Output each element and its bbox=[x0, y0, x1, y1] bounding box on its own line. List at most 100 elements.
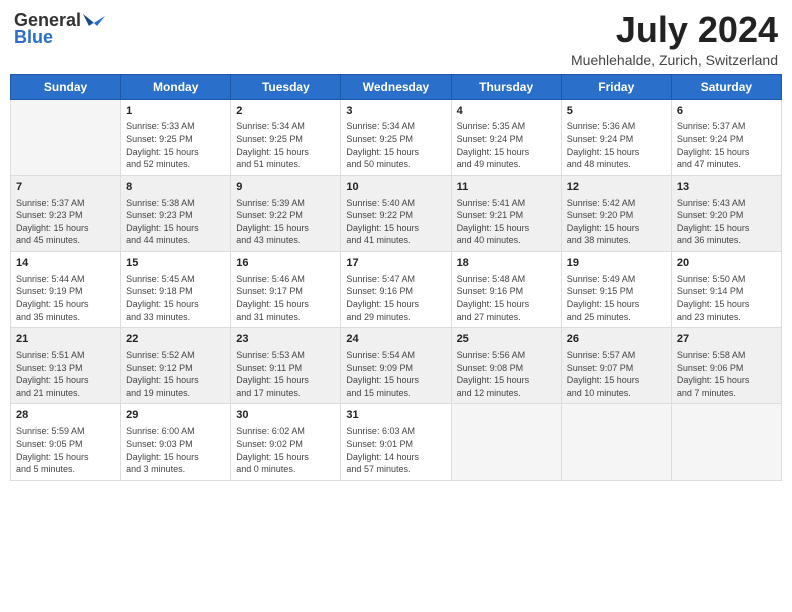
calendar-cell: 6Sunrise: 5:37 AM Sunset: 9:24 PM Daylig… bbox=[671, 99, 781, 175]
calendar-cell: 27 Sunrise: 5:58 AM Sunset: 9:06 PM Dayli… bbox=[671, 328, 781, 404]
day-header-thursday: Thursday bbox=[451, 74, 561, 99]
day-info: Sunrise: 5:37 AM Sunset: 9:24 PM Dayligh… bbox=[677, 120, 776, 170]
day-info: Sunrise: 5:44 AM Sunset: 9:19 PM Dayligh… bbox=[16, 273, 115, 323]
calendar-header-row: SundayMondayTuesdayWednesdayThursdayFrid… bbox=[11, 74, 782, 99]
day-number: 18 bbox=[457, 256, 556, 271]
day-info: Sunrise: 5:51 AM Sunset: 9:13 PM Dayligh… bbox=[16, 349, 115, 399]
calendar-cell: 9Sunrise: 5:39 AM Sunset: 9:22 PM Daylig… bbox=[231, 175, 341, 251]
day-info: Sunrise: 5:43 AM Sunset: 9:20 PM Dayligh… bbox=[677, 197, 776, 247]
day-info: Sunrise: 5:56 AM Sunset: 9:08 PM Dayligh… bbox=[457, 349, 556, 399]
day-number: 25 bbox=[457, 332, 556, 347]
day-info: Sunrise: 6:03 AM Sunset: 9:01 PM Dayligh… bbox=[346, 425, 445, 475]
day-number: 14 bbox=[16, 256, 115, 271]
day-number: 27 bbox=[677, 332, 776, 347]
day-info: Sunrise: 5:57 AM Sunset: 9:07 PM Dayligh… bbox=[567, 349, 666, 399]
day-number: 19 bbox=[567, 256, 666, 271]
day-info: Sunrise: 5:52 AM Sunset: 9:12 PM Dayligh… bbox=[126, 349, 225, 399]
calendar-cell: 20 Sunrise: 5:50 AM Sunset: 9:14 PM Dayli… bbox=[671, 252, 781, 328]
logo-bird-icon bbox=[83, 12, 105, 30]
day-number: 8 bbox=[126, 180, 225, 195]
calendar-cell: 4Sunrise: 5:35 AM Sunset: 9:24 PM Daylig… bbox=[451, 99, 561, 175]
day-number: 13 bbox=[677, 180, 776, 195]
location-subtitle: Muehlehalde, Zurich, Switzerland bbox=[571, 52, 778, 68]
calendar-cell bbox=[671, 404, 781, 480]
calendar-cell bbox=[11, 99, 121, 175]
calendar-table: SundayMondayTuesdayWednesdayThursdayFrid… bbox=[10, 74, 782, 481]
day-number: 5 bbox=[567, 104, 666, 119]
calendar-cell: 17 Sunrise: 5:47 AM Sunset: 9:16 PM Dayli… bbox=[341, 252, 451, 328]
day-header-saturday: Saturday bbox=[671, 74, 781, 99]
day-number: 1 bbox=[126, 104, 225, 119]
calendar-cell: 18 Sunrise: 5:48 AM Sunset: 9:16 PM Dayli… bbox=[451, 252, 561, 328]
day-number: 23 bbox=[236, 332, 335, 347]
day-number: 24 bbox=[346, 332, 445, 347]
day-info: Sunrise: 5:49 AM Sunset: 9:15 PM Dayligh… bbox=[567, 273, 666, 323]
calendar-cell: 11 Sunrise: 5:41 AM Sunset: 9:21 PM Dayli… bbox=[451, 175, 561, 251]
calendar-week-row: 7Sunrise: 5:37 AM Sunset: 9:23 PM Daylig… bbox=[11, 175, 782, 251]
calendar-cell: 19 Sunrise: 5:49 AM Sunset: 9:15 PM Dayli… bbox=[561, 252, 671, 328]
day-info: Sunrise: 6:00 AM Sunset: 9:03 PM Dayligh… bbox=[126, 425, 225, 475]
day-number: 3 bbox=[346, 104, 445, 119]
calendar-cell: 24 Sunrise: 5:54 AM Sunset: 9:09 PM Dayli… bbox=[341, 328, 451, 404]
calendar-cell bbox=[451, 404, 561, 480]
day-info: Sunrise: 5:59 AM Sunset: 9:05 PM Dayligh… bbox=[16, 425, 115, 475]
day-header-wednesday: Wednesday bbox=[341, 74, 451, 99]
day-number: 17 bbox=[346, 256, 445, 271]
day-header-friday: Friday bbox=[561, 74, 671, 99]
day-number: 11 bbox=[457, 180, 556, 195]
calendar-cell: 31 Sunrise: 6:03 AM Sunset: 9:01 PM Dayli… bbox=[341, 404, 451, 480]
calendar-week-row: 28 Sunrise: 5:59 AM Sunset: 9:05 PM Dayli… bbox=[11, 404, 782, 480]
day-info: Sunrise: 5:53 AM Sunset: 9:11 PM Dayligh… bbox=[236, 349, 335, 399]
day-info: Sunrise: 5:50 AM Sunset: 9:14 PM Dayligh… bbox=[677, 273, 776, 323]
day-number: 26 bbox=[567, 332, 666, 347]
day-number: 31 bbox=[346, 408, 445, 423]
calendar-week-row: 21 Sunrise: 5:51 AM Sunset: 9:13 PM Dayli… bbox=[11, 328, 782, 404]
day-info: Sunrise: 5:58 AM Sunset: 9:06 PM Dayligh… bbox=[677, 349, 776, 399]
calendar-cell: 29Sunrise: 6:00 AM Sunset: 9:03 PM Dayli… bbox=[121, 404, 231, 480]
calendar-cell: 25 Sunrise: 5:56 AM Sunset: 9:08 PM Dayli… bbox=[451, 328, 561, 404]
calendar-cell: 15Sunrise: 5:45 AM Sunset: 9:18 PM Dayli… bbox=[121, 252, 231, 328]
calendar-cell: 22Sunrise: 5:52 AM Sunset: 9:12 PM Dayli… bbox=[121, 328, 231, 404]
day-info: Sunrise: 5:35 AM Sunset: 9:24 PM Dayligh… bbox=[457, 120, 556, 170]
calendar-cell: 7Sunrise: 5:37 AM Sunset: 9:23 PM Daylig… bbox=[11, 175, 121, 251]
calendar-cell: 28 Sunrise: 5:59 AM Sunset: 9:05 PM Dayli… bbox=[11, 404, 121, 480]
day-info: Sunrise: 6:02 AM Sunset: 9:02 PM Dayligh… bbox=[236, 425, 335, 475]
day-info: Sunrise: 5:36 AM Sunset: 9:24 PM Dayligh… bbox=[567, 120, 666, 170]
day-info: Sunrise: 5:54 AM Sunset: 9:09 PM Dayligh… bbox=[346, 349, 445, 399]
logo: General Blue bbox=[14, 10, 105, 48]
day-info: Sunrise: 5:37 AM Sunset: 9:23 PM Dayligh… bbox=[16, 197, 115, 247]
calendar-cell: 16Sunrise: 5:46 AM Sunset: 9:17 PM Dayli… bbox=[231, 252, 341, 328]
logo-blue-text: Blue bbox=[14, 27, 53, 48]
day-info: Sunrise: 5:40 AM Sunset: 9:22 PM Dayligh… bbox=[346, 197, 445, 247]
day-number: 30 bbox=[236, 408, 335, 423]
page-header: General Blue July 2024 Muehlehalde, Zuri… bbox=[10, 10, 782, 68]
day-number: 6 bbox=[677, 104, 776, 119]
day-number: 20 bbox=[677, 256, 776, 271]
calendar-week-row: 14 Sunrise: 5:44 AM Sunset: 9:19 PM Dayli… bbox=[11, 252, 782, 328]
day-info: Sunrise: 5:34 AM Sunset: 9:25 PM Dayligh… bbox=[346, 120, 445, 170]
day-info: Sunrise: 5:48 AM Sunset: 9:16 PM Dayligh… bbox=[457, 273, 556, 323]
calendar-cell: 21 Sunrise: 5:51 AM Sunset: 9:13 PM Dayli… bbox=[11, 328, 121, 404]
day-info: Sunrise: 5:47 AM Sunset: 9:16 PM Dayligh… bbox=[346, 273, 445, 323]
day-info: Sunrise: 5:34 AM Sunset: 9:25 PM Dayligh… bbox=[236, 120, 335, 170]
calendar-cell: 5Sunrise: 5:36 AM Sunset: 9:24 PM Daylig… bbox=[561, 99, 671, 175]
day-number: 9 bbox=[236, 180, 335, 195]
calendar-cell: 3Sunrise: 5:34 AM Sunset: 9:25 PM Daylig… bbox=[341, 99, 451, 175]
calendar-cell: 8 Sunrise: 5:38 AM Sunset: 9:23 PM Daylig… bbox=[121, 175, 231, 251]
day-info: Sunrise: 5:46 AM Sunset: 9:17 PM Dayligh… bbox=[236, 273, 335, 323]
day-number: 10 bbox=[346, 180, 445, 195]
calendar-cell bbox=[561, 404, 671, 480]
day-number: 15 bbox=[126, 256, 225, 271]
day-number: 21 bbox=[16, 332, 115, 347]
day-info: Sunrise: 5:41 AM Sunset: 9:21 PM Dayligh… bbox=[457, 197, 556, 247]
day-header-sunday: Sunday bbox=[11, 74, 121, 99]
day-number: 28 bbox=[16, 408, 115, 423]
title-section: July 2024 Muehlehalde, Zurich, Switzerla… bbox=[571, 10, 778, 68]
calendar-cell: 14 Sunrise: 5:44 AM Sunset: 9:19 PM Dayli… bbox=[11, 252, 121, 328]
calendar-cell: 12Sunrise: 5:42 AM Sunset: 9:20 PM Dayli… bbox=[561, 175, 671, 251]
day-header-monday: Monday bbox=[121, 74, 231, 99]
day-info: Sunrise: 5:38 AM Sunset: 9:23 PM Dayligh… bbox=[126, 197, 225, 247]
calendar-cell: 26 Sunrise: 5:57 AM Sunset: 9:07 PM Dayli… bbox=[561, 328, 671, 404]
calendar-cell: 10 Sunrise: 5:40 AM Sunset: 9:22 PM Dayli… bbox=[341, 175, 451, 251]
calendar-cell: 13 Sunrise: 5:43 AM Sunset: 9:20 PM Dayli… bbox=[671, 175, 781, 251]
